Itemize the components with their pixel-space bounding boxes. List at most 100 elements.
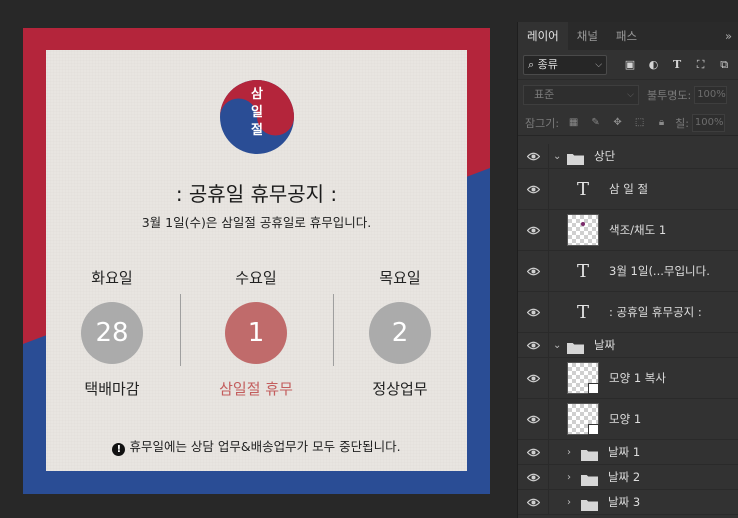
layer-name: 상단: [594, 149, 616, 163]
emblem-label: 삼 일 절: [220, 86, 294, 140]
vector-shape-icon: [588, 424, 599, 435]
tab-channels[interactable]: 채널: [568, 22, 607, 50]
layer-row[interactable]: › 날짜 1: [518, 440, 738, 465]
lock-image-icon[interactable]: ✎: [588, 115, 603, 130]
visibility-eye-icon[interactable]: [518, 169, 549, 209]
layer-name: 색조/채도 1: [609, 223, 667, 237]
chevron-down-icon[interactable]: ⌄: [553, 151, 563, 162]
notice-footer: ! 휴무일에는 상담 업무&배송업무가 모두 중단됩니다.: [23, 436, 490, 456]
fill-input[interactable]: 100%: [691, 113, 725, 132]
notice-title: : 공휴일 휴무공지 :: [175, 182, 338, 206]
chevron-down-icon: ⌵: [627, 90, 634, 100]
layer-name: 모양 1 복사: [609, 371, 666, 385]
taegeuk-emblem: 삼 일 절: [220, 80, 294, 154]
day-column-wed: 수요일 1 삼일절 휴무: [206, 266, 306, 399]
date-circle-holiday: 1: [225, 302, 287, 364]
layer-row[interactable]: 모양 1: [518, 399, 738, 440]
fill-label: 칠:: [675, 116, 689, 130]
vector-shape-icon: [588, 383, 599, 394]
photoshop-workspace: 삼 일 절 : 공휴일 휴무공지 : 3월 1일(수)은 삼일절 공휴일로 휴무…: [0, 0, 738, 518]
emblem-char-2: 일: [251, 105, 263, 120]
exclamation-icon: !: [112, 443, 126, 456]
lock-all-icon[interactable]: 🔒︎: [654, 115, 669, 130]
layer-name: 날짜 2: [608, 470, 641, 484]
date-circle: 2: [369, 302, 431, 364]
layer-name: 날짜 1: [608, 445, 641, 459]
layer-row[interactable]: ⌄ 상단: [518, 144, 738, 169]
chevron-right-icon[interactable]: ›: [567, 497, 577, 508]
chevron-right-icon[interactable]: ›: [567, 472, 577, 483]
layer-row[interactable]: T 3월 1일(...무입니다.: [518, 251, 738, 292]
collapse-panel-icon[interactable]: »: [725, 29, 738, 43]
layer-name: 3월 1일(...무입니다.: [609, 264, 710, 278]
layer-row[interactable]: 모양 1 복사: [518, 358, 738, 399]
column-divider: [333, 294, 334, 366]
text-layer-icon: T: [576, 301, 589, 323]
shape-filter-icon[interactable]: ⛶: [692, 56, 710, 74]
visibility-eye-icon[interactable]: [518, 292, 549, 332]
pixel-filter-icon[interactable]: ▣: [621, 56, 639, 74]
filter-kind-select[interactable]: ⌕ 종류 ⌵: [523, 54, 608, 75]
visibility-eye-icon[interactable]: [518, 440, 549, 464]
document-canvas[interactable]: 삼 일 절 : 공휴일 휴무공지 : 3월 1일(수)은 삼일절 공휴일로 휴무…: [23, 28, 490, 494]
smart-object-filter-icon[interactable]: ⧉: [715, 56, 733, 74]
blend-row: 표준 ⌵ 불투명도: 100%: [518, 80, 738, 110]
folder-icon: [567, 150, 584, 165]
layers-panel: 레이어 채널 패스 » ⌕ 종류 ⌵ ▣ ◐ T ⛶ ⧉ 표준 ⌵ 불투명도: …: [517, 22, 738, 518]
folder-icon: [581, 471, 598, 486]
text-layer-icon: T: [576, 260, 589, 282]
layer-list: ⌄ 상단 T 삼 일 절색조/채도 1 T 3월 1일(...무입니다. T : 공휴일 휴무…: [518, 144, 738, 515]
shape-layer-thumbnail: [567, 403, 599, 435]
layer-name: : 공휴일 휴무공지 :: [609, 305, 702, 319]
day-status: 택배마감: [84, 380, 140, 398]
layer-filter-row: ⌕ 종류 ⌵ ▣ ◐ T ⛶ ⧉: [518, 50, 738, 80]
day-name: 화요일: [91, 269, 133, 287]
adjustment-layer-thumbnail: [567, 214, 599, 246]
visibility-eye-icon[interactable]: [518, 144, 549, 168]
opacity-input[interactable]: 100%: [694, 86, 728, 104]
visibility-eye-icon[interactable]: [518, 210, 549, 250]
day-column-tue: 화요일 28 택배마감: [62, 266, 162, 399]
tab-paths[interactable]: 패스: [607, 22, 646, 50]
shape-layer-thumbnail: [567, 362, 599, 394]
adjustment-filter-icon[interactable]: ◐: [645, 56, 663, 74]
chevron-right-icon[interactable]: ›: [567, 447, 577, 458]
day-status: 정상업무: [372, 380, 428, 398]
blend-mode-select[interactable]: 표준 ⌵: [523, 85, 639, 105]
layer-row[interactable]: ⌄ 날짜: [518, 333, 738, 358]
visibility-eye-icon[interactable]: [518, 399, 549, 439]
column-divider: [180, 294, 181, 366]
visibility-eye-icon[interactable]: [518, 251, 549, 291]
layer-name: 모양 1: [609, 412, 642, 426]
layer-row[interactable]: › 날짜 3: [518, 490, 738, 515]
panel-tabs: 레이어 채널 패스 »: [518, 22, 738, 50]
folder-icon: [581, 496, 598, 511]
day-name: 수요일: [235, 269, 277, 287]
emblem-char-1: 삼: [251, 87, 263, 102]
lock-artboard-icon[interactable]: ⬚: [632, 115, 647, 130]
lock-transparency-icon[interactable]: ▦: [566, 115, 581, 130]
layer-row[interactable]: T : 공휴일 휴무공지 :: [518, 292, 738, 333]
layer-name: 날짜 3: [608, 495, 641, 509]
layer-row[interactable]: 색조/채도 1: [518, 210, 738, 251]
lock-row: 잠그기: ▦ ✎ ✥ ⬚ 🔒︎ 칠: 100%: [518, 110, 738, 136]
visibility-eye-icon[interactable]: [518, 333, 549, 357]
chevron-down-icon[interactable]: ⌄: [553, 340, 563, 351]
day-column-thu: 목요일 2 정상업무: [350, 266, 450, 399]
date-circle: 28: [81, 302, 143, 364]
blend-mode-value: 표준: [534, 88, 555, 101]
search-icon: ⌕: [528, 57, 538, 71]
visibility-eye-icon[interactable]: [518, 358, 549, 398]
text-layer-icon: T: [576, 178, 589, 200]
tab-layers[interactable]: 레이어: [518, 22, 568, 50]
layer-row[interactable]: T삼 일 절: [518, 169, 738, 210]
adjustment-dot-icon: [581, 222, 585, 226]
opacity-label: 불투명도:: [647, 89, 692, 102]
visibility-eye-icon[interactable]: [518, 490, 549, 514]
notice-text: 휴무일에는 상담 업무&배송업무가 모두 중단됩니다.: [129, 439, 401, 454]
lock-position-icon[interactable]: ✥: [610, 115, 625, 130]
type-filter-icon[interactable]: T: [668, 56, 686, 74]
layer-row[interactable]: › 날짜 2: [518, 465, 738, 490]
visibility-eye-icon[interactable]: [518, 465, 549, 489]
filter-kind-value: 종류: [537, 57, 558, 71]
